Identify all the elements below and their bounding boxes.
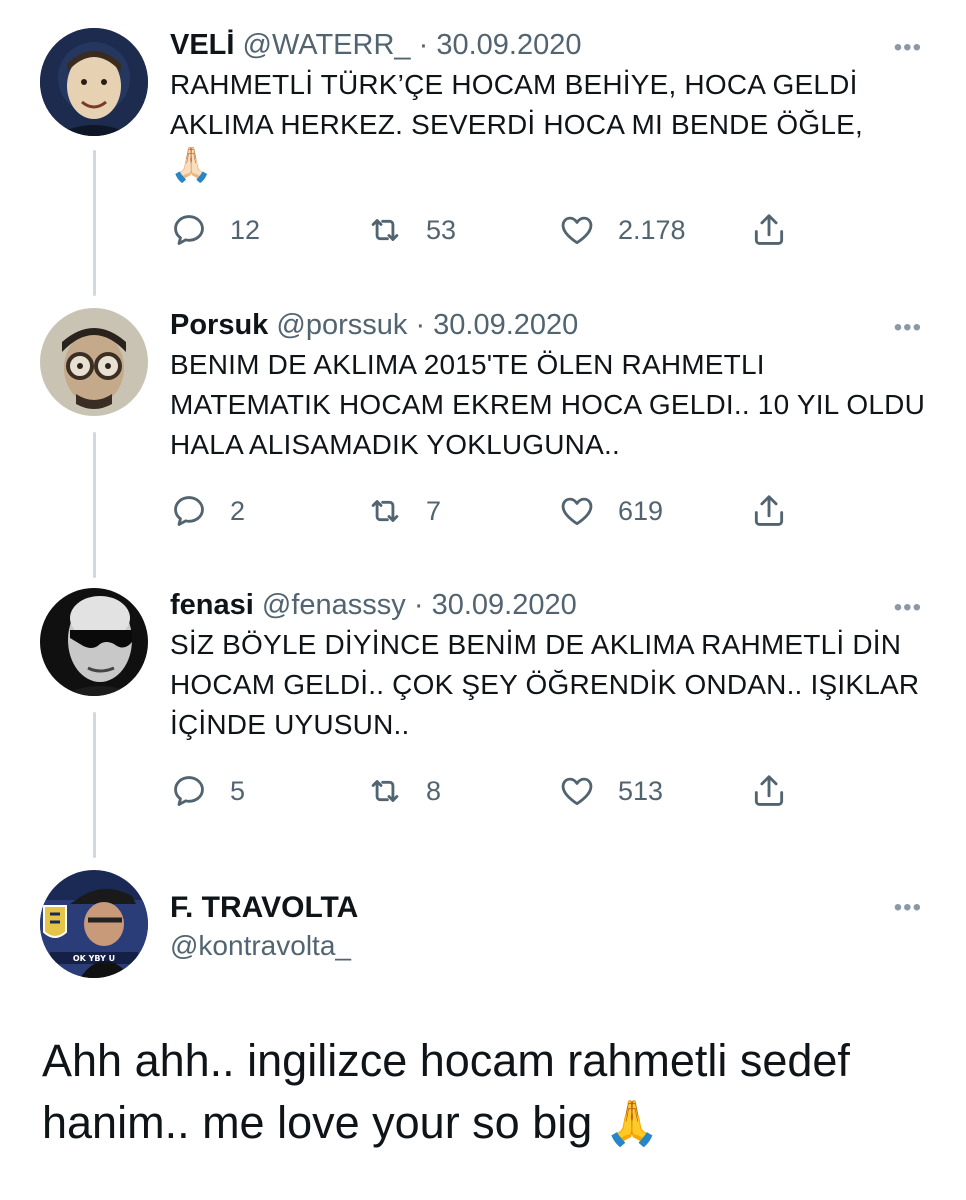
tweet-content: F. TRAVOLTA @kontravolta_ [170, 870, 926, 964]
like-button[interactable]: 513 [558, 772, 663, 810]
user-handle[interactable]: @porssuk [276, 309, 407, 341]
user-handle[interactable]: @fenasssy [262, 589, 406, 621]
tweet-header: VELİ @WATERR_ · 30.09.2020 [170, 28, 926, 62]
user-handle[interactable]: @kontravolta_ [170, 928, 926, 964]
reply-icon [170, 772, 208, 810]
share-icon [750, 211, 788, 249]
retweet-button[interactable]: 53 [366, 211, 456, 249]
main-tweet-text: Ahh ahh.. ingilizce hocam rahmetli sedef… [42, 1030, 922, 1155]
tweet-actions: 12 53 2.178 [170, 208, 810, 252]
reply-count: 2 [230, 495, 246, 526]
avatar[interactable] [40, 588, 148, 696]
more-icon[interactable]: ••• [894, 594, 922, 622]
display-name[interactable]: Porsuk [170, 309, 268, 341]
avatar[interactable] [40, 308, 148, 416]
like-count: 2.178 [618, 214, 686, 245]
share-button[interactable] [750, 772, 788, 810]
retweet-count: 7 [426, 495, 442, 526]
reply-button[interactable]: 2 [170, 492, 245, 530]
reply-icon [170, 211, 208, 249]
reply-count: 12 [230, 214, 261, 245]
thread-line [93, 150, 96, 296]
praying-hands-emoji: 🙏🏻 [170, 145, 213, 185]
reply-count: 5 [230, 775, 246, 806]
more-icon[interactable]: ••• [894, 314, 922, 342]
like-icon [558, 211, 596, 249]
tweet-content: Porsuk @porssuk · 30.09.2020 BENIM DE AK… [170, 308, 926, 465]
share-button[interactable] [750, 492, 788, 530]
tweet-content: fenasi @fenasssy · 30.09.2020 SİZ BÖYLE … [170, 588, 926, 745]
tweet-text-content: RAHMETLİ TÜRK’ÇE HOCAM BEHİYE, HOCA GELD… [170, 69, 864, 140]
tweet-date[interactable]: 30.09.2020 [432, 589, 577, 621]
display-name[interactable]: fenasi [170, 589, 254, 621]
user-handle[interactable]: @WATERR_ [243, 29, 411, 61]
tweet-actions: 5 8 513 [170, 769, 810, 813]
like-button[interactable]: 619 [558, 492, 663, 530]
retweet-count: 53 [426, 214, 457, 245]
main-tweet-text-content: Ahh ahh.. ingilizce hocam rahmetli sedef… [42, 1035, 850, 1148]
more-icon[interactable]: ••• [894, 894, 922, 922]
tweet-text: SİZ BÖYLE DİYİNCE BENİM DE AKLIMA RAHMET… [170, 629, 920, 740]
like-button[interactable]: 2.178 [558, 211, 686, 249]
tweet-actions: 2 7 619 [170, 489, 810, 533]
share-button[interactable] [750, 211, 788, 249]
retweet-icon [366, 492, 404, 530]
tweet-header: Porsuk @porssuk · 30.09.2020 [170, 308, 926, 342]
display-name[interactable]: F. TRAVOLTA [170, 890, 926, 926]
reply-icon [170, 492, 208, 530]
retweet-count: 8 [426, 775, 442, 806]
tweet-date[interactable]: 30.09.2020 [433, 309, 578, 341]
tweet-text: RAHMETLİ TÜRK’ÇE HOCAM BEHİYE, HOCA GELD… [170, 65, 926, 187]
like-count: 619 [618, 495, 664, 526]
tweet-header: fenasi @fenasssy · 30.09.2020 [170, 588, 926, 622]
thread-line [93, 432, 96, 578]
share-icon [750, 772, 788, 810]
reply-button[interactable]: 12 [170, 211, 260, 249]
like-icon [558, 772, 596, 810]
separator-dot: · [418, 29, 429, 61]
praying-hands-emoji: 🙏 [604, 1098, 660, 1149]
tweet-content: VELİ @WATERR_ · 30.09.2020 RAHMETLİ TÜRK… [170, 28, 926, 187]
retweet-icon [366, 211, 404, 249]
separator-dot: · [415, 309, 426, 341]
retweet-button[interactable]: 8 [366, 772, 441, 810]
tweet-date[interactable]: 30.09.2020 [436, 29, 581, 61]
more-icon[interactable]: ••• [894, 34, 922, 62]
reply-button[interactable]: 5 [170, 772, 245, 810]
separator-dot: · [413, 589, 424, 621]
avatar[interactable] [40, 28, 148, 136]
display-name[interactable]: VELİ [170, 29, 234, 61]
avatar-caption: OK YBY U [73, 954, 115, 963]
share-icon [750, 492, 788, 530]
thread-line [93, 712, 96, 858]
retweet-button[interactable]: 7 [366, 492, 441, 530]
retweet-icon [366, 772, 404, 810]
like-count: 513 [618, 775, 664, 806]
tweet-text: BENIM DE AKLIMA 2015'TE ÖLEN RAHMETLI MA… [170, 349, 925, 460]
like-icon [558, 492, 596, 530]
avatar[interactable]: OK YBY U [40, 870, 148, 978]
